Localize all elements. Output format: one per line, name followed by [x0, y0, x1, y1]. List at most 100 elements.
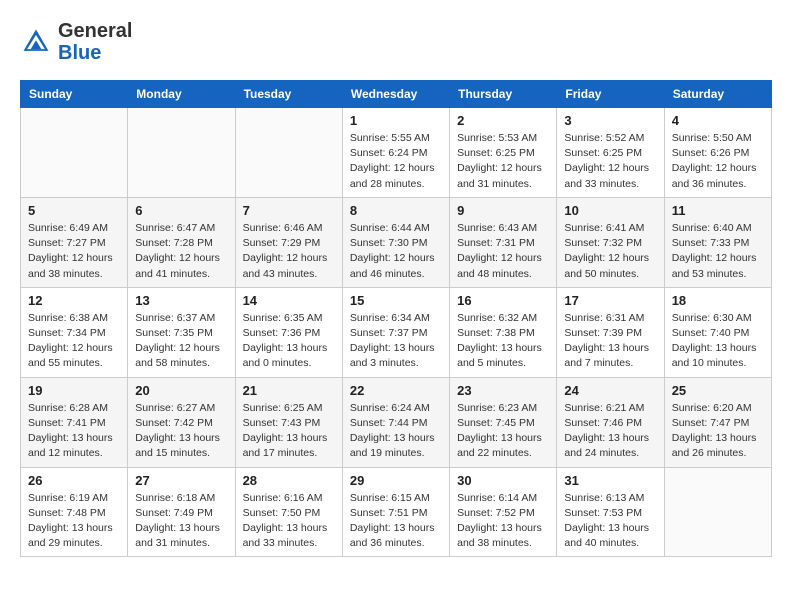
logo-blue: Blue — [58, 42, 101, 64]
calendar-cell: 4Sunrise: 5:50 AMSunset: 6:26 PMDaylight… — [664, 108, 771, 198]
day-info: Sunrise: 6:28 AMSunset: 7:41 PMDaylight:… — [28, 401, 120, 462]
weekday-header-tuesday: Tuesday — [235, 81, 342, 108]
weekday-header-thursday: Thursday — [450, 81, 557, 108]
day-number: 24 — [564, 383, 656, 398]
calendar-cell: 1 Sunrise: 5:55 AMSunset: 6:24 PMDaylight… — [342, 108, 449, 198]
weekday-header-friday: Friday — [557, 81, 664, 108]
day-info: Sunrise: 6:40 AMSunset: 7:33 PMDaylight:… — [672, 221, 764, 282]
day-info: Sunrise: 6:25 AMSunset: 7:43 PMDaylight:… — [243, 401, 335, 462]
calendar-cell: 9 Sunrise: 6:43 AMSunset: 7:31 PMDaylight… — [450, 197, 557, 287]
week-row-3: 12 Sunrise: 6:38 AMSunset: 7:34 PMDayligh… — [21, 287, 772, 377]
day-number: 22 — [350, 383, 442, 398]
day-number: 27 — [135, 473, 227, 488]
page-header: General Blue — [20, 20, 772, 64]
day-number: 4 — [672, 113, 764, 128]
calendar-cell: 18Sunrise: 6:30 AMSunset: 7:40 PMDayligh… — [664, 287, 771, 377]
day-number: 2 — [457, 113, 549, 128]
weekday-header-sunday: Sunday — [21, 81, 128, 108]
calendar-cell: 23 Sunrise: 6:23 AMSunset: 7:45 PMDayligh… — [450, 377, 557, 467]
weekday-header-wednesday: Wednesday — [342, 81, 449, 108]
calendar-cell: 15Sunrise: 6:34 AMSunset: 7:37 PMDayligh… — [342, 287, 449, 377]
day-info: Sunrise: 6:23 AMSunset: 7:45 PMDaylight:… — [457, 401, 549, 462]
day-number: 9 — [457, 203, 549, 218]
calendar-cell — [21, 108, 128, 198]
day-info: Sunrise: 6:49 AMSunset: 7:27 PMDaylight:… — [28, 221, 120, 282]
calendar-cell: 6 Sunrise: 6:47 AMSunset: 7:28 PMDaylight… — [128, 197, 235, 287]
day-number: 30 — [457, 473, 549, 488]
calendar-cell: 31 Sunrise: 6:13 AMSunset: 7:53 PMDayligh… — [557, 467, 664, 557]
day-info: Sunrise: 6:27 AMSunset: 7:42 PMDaylight:… — [135, 401, 227, 462]
day-info: Sunrise: 6:30 AMSunset: 7:40 PMDaylight:… — [672, 311, 764, 372]
calendar-cell: 10Sunrise: 6:41 AMSunset: 7:32 PMDayligh… — [557, 197, 664, 287]
day-info: Sunrise: 6:37 AMSunset: 7:35 PMDaylight:… — [135, 311, 227, 372]
logo-general: General — [58, 20, 132, 42]
calendar-cell: 5 Sunrise: 6:49 AMSunset: 7:27 PMDaylight… — [21, 197, 128, 287]
calendar-cell: 17 Sunrise: 6:31 AMSunset: 7:39 PMDayligh… — [557, 287, 664, 377]
calendar-cell: 11 Sunrise: 6:40 AMSunset: 7:33 PMDayligh… — [664, 197, 771, 287]
week-row-2: 5 Sunrise: 6:49 AMSunset: 7:27 PMDaylight… — [21, 197, 772, 287]
day-info: Sunrise: 6:32 AMSunset: 7:38 PMDaylight:… — [457, 311, 549, 372]
day-number: 5 — [28, 203, 120, 218]
day-number: 13 — [135, 293, 227, 308]
day-info: Sunrise: 6:19 AMSunset: 7:48 PMDaylight:… — [28, 491, 120, 552]
calendar-cell: 19 Sunrise: 6:28 AMSunset: 7:41 PMDayligh… — [21, 377, 128, 467]
day-number: 29 — [350, 473, 442, 488]
day-number: 25 — [672, 383, 764, 398]
calendar-cell: 27 Sunrise: 6:18 AMSunset: 7:49 PMDayligh… — [128, 467, 235, 557]
calendar-cell — [664, 467, 771, 557]
week-row-4: 19 Sunrise: 6:28 AMSunset: 7:41 PMDayligh… — [21, 377, 772, 467]
day-number: 31 — [564, 473, 656, 488]
day-info: Sunrise: 6:47 AMSunset: 7:28 PMDaylight:… — [135, 221, 227, 282]
day-info: Sunrise: 6:24 AMSunset: 7:44 PMDaylight:… — [350, 401, 442, 462]
day-info: Sunrise: 6:34 AMSunset: 7:37 PMDaylight:… — [350, 311, 442, 372]
calendar-cell: 29 Sunrise: 6:15 AMSunset: 7:51 PMDayligh… — [342, 467, 449, 557]
day-number: 26 — [28, 473, 120, 488]
day-number: 1 — [350, 113, 442, 128]
day-number: 7 — [243, 203, 335, 218]
day-info: Sunrise: 6:38 AMSunset: 7:34 PMDaylight:… — [28, 311, 120, 372]
day-number: 8 — [350, 203, 442, 218]
calendar-cell: 14 Sunrise: 6:35 AMSunset: 7:36 PMDayligh… — [235, 287, 342, 377]
weekday-header-row: SundayMondayTuesdayWednesdayThursdayFrid… — [21, 81, 772, 108]
day-number: 6 — [135, 203, 227, 218]
calendar-cell: 21Sunrise: 6:25 AMSunset: 7:43 PMDayligh… — [235, 377, 342, 467]
calendar-cell: 2 Sunrise: 5:53 AMSunset: 6:25 PMDaylight… — [450, 108, 557, 198]
day-number: 23 — [457, 383, 549, 398]
day-info: Sunrise: 6:31 AMSunset: 7:39 PMDaylight:… — [564, 311, 656, 372]
calendar-cell: 7 Sunrise: 6:46 AMSunset: 7:29 PMDaylight… — [235, 197, 342, 287]
day-number: 20 — [135, 383, 227, 398]
day-info: Sunrise: 6:21 AMSunset: 7:46 PMDaylight:… — [564, 401, 656, 462]
day-number: 11 — [672, 203, 764, 218]
day-info: Sunrise: 6:13 AMSunset: 7:53 PMDaylight:… — [564, 491, 656, 552]
day-info: Sunrise: 5:52 AMSunset: 6:25 PMDaylight:… — [564, 131, 656, 192]
day-number: 12 — [28, 293, 120, 308]
calendar-cell: 28Sunrise: 6:16 AMSunset: 7:50 PMDayligh… — [235, 467, 342, 557]
day-number: 28 — [243, 473, 335, 488]
day-info: Sunrise: 6:41 AMSunset: 7:32 PMDaylight:… — [564, 221, 656, 282]
day-info: Sunrise: 6:46 AMSunset: 7:29 PMDaylight:… — [243, 221, 335, 282]
day-number: 16 — [457, 293, 549, 308]
logo-icon — [20, 26, 52, 58]
calendar-cell: 20 Sunrise: 6:27 AMSunset: 7:42 PMDayligh… — [128, 377, 235, 467]
day-info: Sunrise: 6:14 AMSunset: 7:52 PMDaylight:… — [457, 491, 549, 552]
week-row-5: 26 Sunrise: 6:19 AMSunset: 7:48 PMDayligh… — [21, 467, 772, 557]
calendar-cell: 8Sunrise: 6:44 AMSunset: 7:30 PMDaylight… — [342, 197, 449, 287]
calendar-cell: 16 Sunrise: 6:32 AMSunset: 7:38 PMDayligh… — [450, 287, 557, 377]
day-number: 19 — [28, 383, 120, 398]
calendar-cell: 12 Sunrise: 6:38 AMSunset: 7:34 PMDayligh… — [21, 287, 128, 377]
weekday-header-saturday: Saturday — [664, 81, 771, 108]
day-info: Sunrise: 6:15 AMSunset: 7:51 PMDaylight:… — [350, 491, 442, 552]
day-info: Sunrise: 5:53 AMSunset: 6:25 PMDaylight:… — [457, 131, 549, 192]
day-info: Sunrise: 6:35 AMSunset: 7:36 PMDaylight:… — [243, 311, 335, 372]
logo: General Blue — [20, 20, 132, 64]
day-info: Sunrise: 5:55 AMSunset: 6:24 PMDaylight:… — [350, 131, 442, 192]
calendar-cell: 13 Sunrise: 6:37 AMSunset: 7:35 PMDayligh… — [128, 287, 235, 377]
day-number: 17 — [564, 293, 656, 308]
calendar-cell: 25Sunrise: 6:20 AMSunset: 7:47 PMDayligh… — [664, 377, 771, 467]
calendar-cell: 26 Sunrise: 6:19 AMSunset: 7:48 PMDayligh… — [21, 467, 128, 557]
day-info: Sunrise: 6:43 AMSunset: 7:31 PMDaylight:… — [457, 221, 549, 282]
day-info: Sunrise: 6:18 AMSunset: 7:49 PMDaylight:… — [135, 491, 227, 552]
day-number: 14 — [243, 293, 335, 308]
week-row-1: 1 Sunrise: 5:55 AMSunset: 6:24 PMDaylight… — [21, 108, 772, 198]
calendar-cell: 22 Sunrise: 6:24 AMSunset: 7:44 PMDayligh… — [342, 377, 449, 467]
